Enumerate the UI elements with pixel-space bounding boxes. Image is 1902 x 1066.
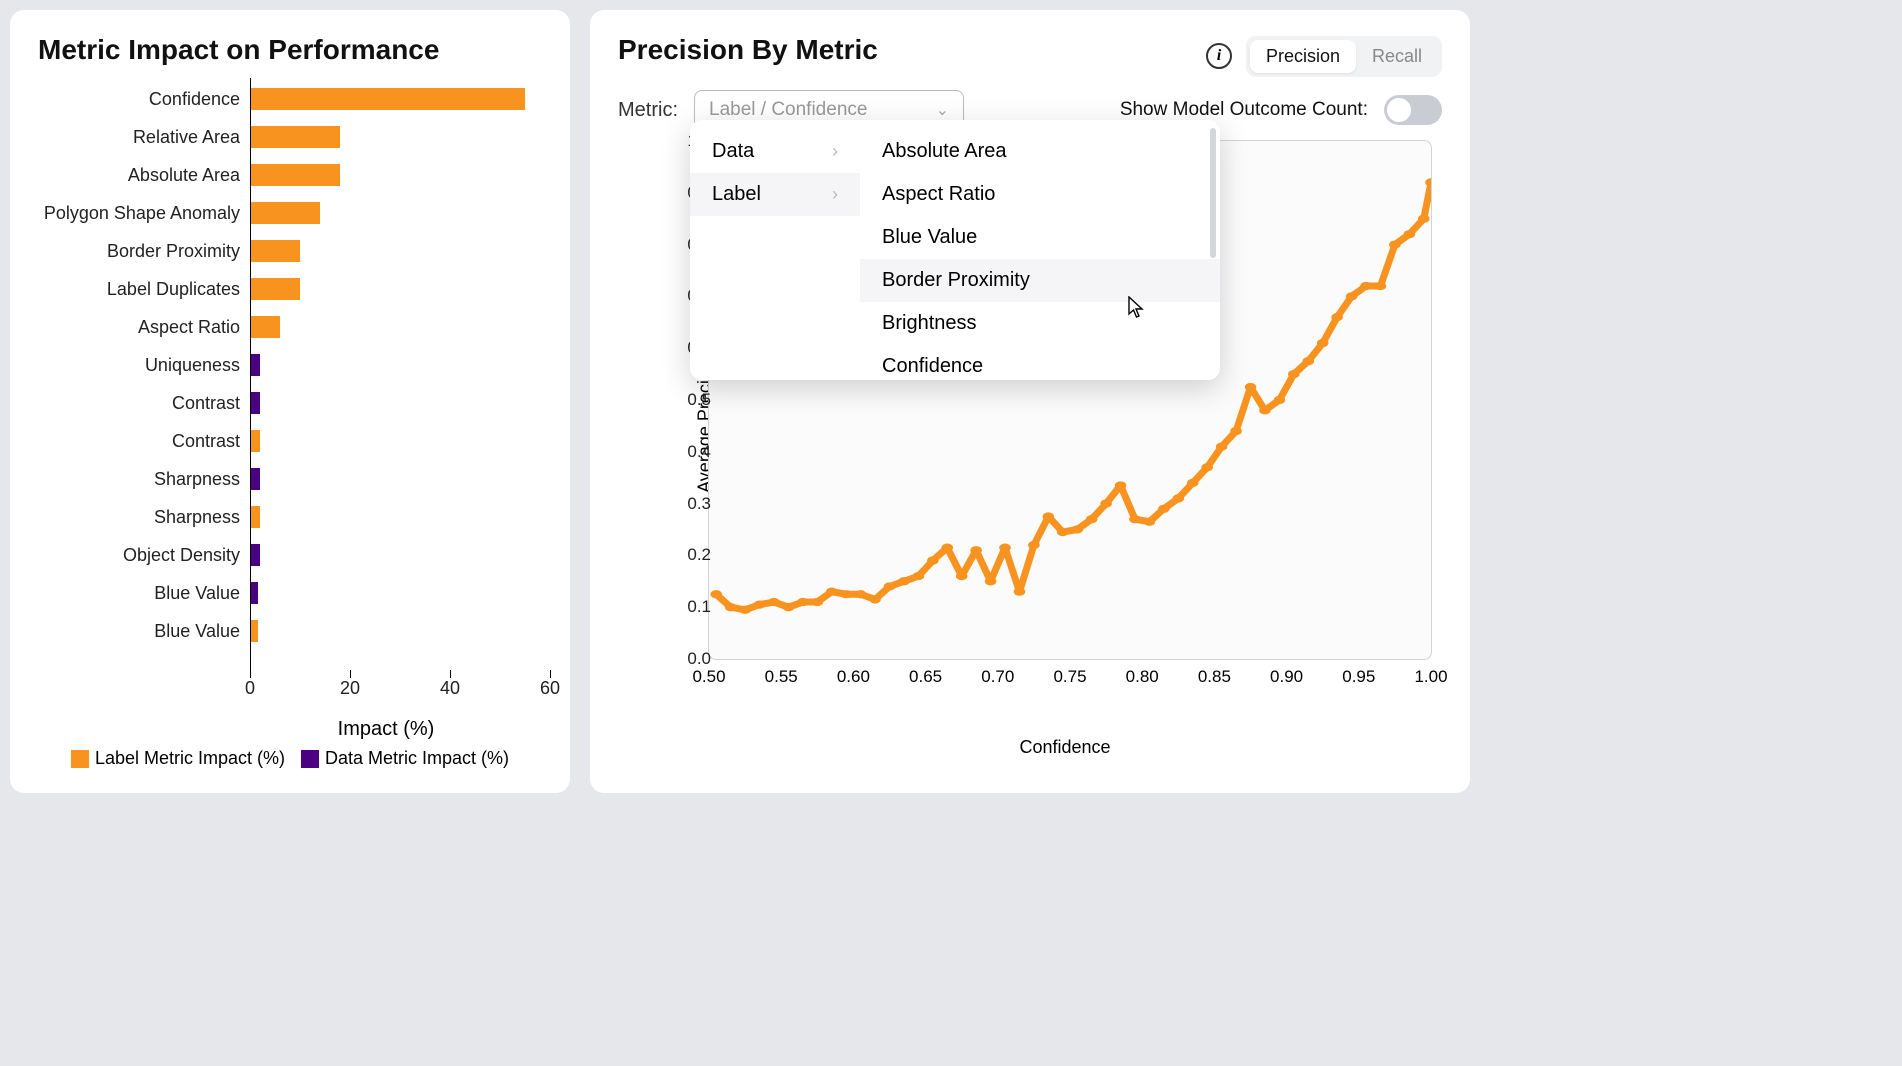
line-xlabel: Confidence <box>688 737 1442 758</box>
chevron-right-icon: › <box>832 184 838 205</box>
line-x-tick: 0.50 <box>692 667 725 687</box>
bar-label: Uniqueness <box>30 355 240 376</box>
bar-row: Uniqueness <box>250 354 260 376</box>
bar-row: Relative Area <box>250 126 340 148</box>
bar-legend: Label Metric Impact (%) Data Metric Impa… <box>38 748 542 769</box>
bar-label: Object Density <box>30 545 240 566</box>
line-x-tick: 0.75 <box>1053 667 1086 687</box>
chevron-down-icon: ⌄ <box>936 100 949 120</box>
line-x-tick: 0.55 <box>765 667 798 687</box>
bar-x-tick: 60 <box>540 678 560 699</box>
line-x-tick: 0.95 <box>1342 667 1375 687</box>
bar <box>250 126 340 148</box>
bar-row: Border Proximity <box>250 240 300 262</box>
cascade-subitem[interactable]: Blue Value <box>860 216 1220 259</box>
bar-row: Polygon Shape Anomaly <box>250 202 320 224</box>
precision-by-metric-panel: Precision By Metric i Precision Recall M… <box>590 10 1470 793</box>
bar-label: Polygon Shape Anomaly <box>30 203 240 224</box>
bar-row: Contrast <box>250 430 260 452</box>
bar-label: Sharpness <box>30 507 240 528</box>
bar <box>250 544 260 566</box>
metric-cascade-dropdown: Data›Label› Absolute AreaAspect RatioBlu… <box>690 120 1220 380</box>
bar <box>250 506 260 528</box>
bar <box>250 582 258 604</box>
line-x-tick: 0.85 <box>1198 667 1231 687</box>
precision-tab[interactable]: Precision <box>1250 40 1356 73</box>
line-x-tick: 0.80 <box>1126 667 1159 687</box>
cascade-subitem[interactable]: Brightness <box>860 302 1220 345</box>
bar-row: Blue Value <box>250 582 258 604</box>
metric-impact-panel: Metric Impact on Performance Confidence R… <box>10 10 570 793</box>
info-icon[interactable]: i <box>1206 43 1232 69</box>
cascade-subitem[interactable]: Aspect Ratio <box>860 173 1220 216</box>
bar-label: Sharpness <box>30 469 240 490</box>
line-x-tick: 0.60 <box>837 667 870 687</box>
cascade-subitem[interactable]: Confidence <box>860 345 1220 380</box>
bar <box>250 392 260 414</box>
chevron-right-icon: › <box>832 141 838 162</box>
show-outcome-count-toggle[interactable] <box>1384 95 1442 125</box>
bar-label: Blue Value <box>30 621 240 642</box>
line-x-tick: 0.90 <box>1270 667 1303 687</box>
bar-row: Absolute Area <box>250 164 340 186</box>
bar-row: Aspect Ratio <box>250 316 280 338</box>
bar-x-tick: 0 <box>245 678 255 699</box>
bar <box>250 278 300 300</box>
line-x-tick: 0.65 <box>909 667 942 687</box>
bar-row: Blue Value <box>250 620 258 642</box>
bar <box>250 316 280 338</box>
bar-row: Label Duplicates <box>250 278 300 300</box>
bar-label: Confidence <box>30 89 240 110</box>
bar <box>250 202 320 224</box>
legend-item-data-metric: Data Metric Impact (%) <box>301 748 509 769</box>
metric-select-label: Metric: <box>618 99 678 122</box>
line-x-tick: 0.70 <box>981 667 1014 687</box>
bar-row: Sharpness <box>250 468 260 490</box>
precision-recall-toggle: Precision Recall <box>1246 36 1442 77</box>
bar <box>250 88 525 110</box>
bar <box>250 354 260 376</box>
legend-item-label-metric: Label Metric Impact (%) <box>71 748 285 769</box>
bar-xlabel: Impact (%) <box>250 718 522 741</box>
metric-impact-bar-chart: Confidence Relative Area Absolute Area Poly… <box>38 78 542 668</box>
cascade-item-label[interactable]: Label› <box>690 173 860 216</box>
bar-label: Absolute Area <box>30 165 240 186</box>
bar-label: Border Proximity <box>30 241 240 262</box>
bar <box>250 468 260 490</box>
metric-impact-title: Metric Impact on Performance <box>38 34 542 66</box>
line-x-tick: 1.00 <box>1414 667 1447 687</box>
bar-label: Aspect Ratio <box>30 317 240 338</box>
bar-row: Confidence <box>250 88 525 110</box>
bar-row: Sharpness <box>250 506 260 528</box>
bar-label: Relative Area <box>30 127 240 148</box>
bar-x-tick: 40 <box>440 678 460 699</box>
bar-label: Blue Value <box>30 583 240 604</box>
recall-tab[interactable]: Recall <box>1356 40 1438 73</box>
dropdown-scrollbar[interactable] <box>1210 128 1216 258</box>
bar <box>250 240 300 262</box>
bar-x-tick: 20 <box>340 678 360 699</box>
cascade-item-data[interactable]: Data› <box>690 130 860 173</box>
bar <box>250 430 260 452</box>
bar-row: Contrast <box>250 392 260 414</box>
bar-label: Label Duplicates <box>30 279 240 300</box>
cascade-subitem[interactable]: Absolute Area <box>860 130 1220 173</box>
show-outcome-count-label: Show Model Outcome Count: <box>1120 99 1368 121</box>
precision-title: Precision By Metric <box>618 34 878 66</box>
bar-label: Contrast <box>30 431 240 452</box>
cascade-subitem[interactable]: Border Proximity <box>860 259 1220 302</box>
bar <box>250 164 340 186</box>
bar <box>250 620 258 642</box>
bar-row: Object Density <box>250 544 260 566</box>
bar-label: Contrast <box>30 393 240 414</box>
